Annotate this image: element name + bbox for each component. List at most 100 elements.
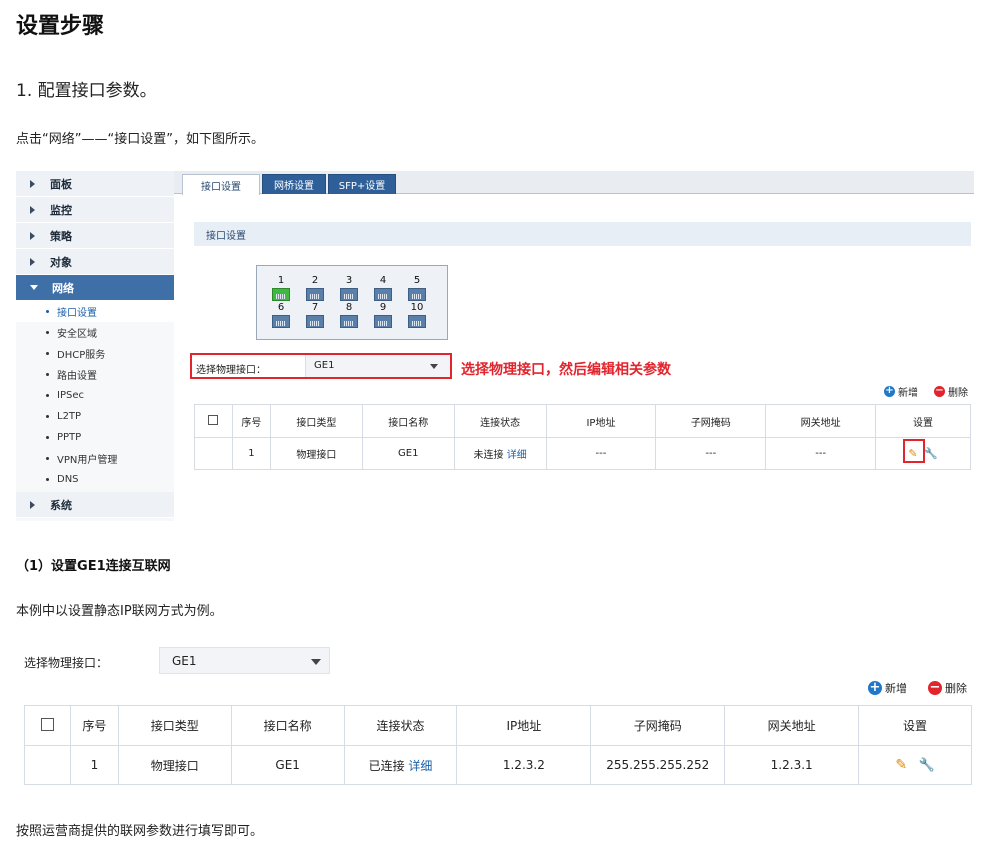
cell-type: 物理接口 xyxy=(117,745,232,785)
port-10-icon[interactable] xyxy=(408,315,426,328)
select-value: GE1 xyxy=(314,360,335,371)
sidebar-item-network[interactable]: 网络 xyxy=(16,275,174,301)
header-checkbox-cell xyxy=(24,705,71,746)
sidebar-item-label: 监控 xyxy=(50,203,72,217)
table-header-row: 序号 接口类型 接口名称 连接状态 IP地址 子网掩码 网关地址 设置 xyxy=(24,705,972,746)
sidebar-sub-label: DHCP服务 xyxy=(57,350,106,361)
plus-icon: + xyxy=(868,680,882,695)
instruction-text: 点击“网络”——“接口设置”，如下图所示。 xyxy=(16,132,264,147)
expand-icon xyxy=(30,231,35,240)
bullet-icon xyxy=(46,373,49,376)
section-title: 接口设置 xyxy=(194,222,971,246)
bullet-icon xyxy=(46,352,49,355)
sidebar-sub-ipsec[interactable]: IPSec xyxy=(16,385,174,406)
wrench-icon[interactable]: 🔧 xyxy=(919,758,935,773)
cell-name: GE1 xyxy=(230,745,345,785)
delete-button[interactable]: − 删除 xyxy=(928,680,967,696)
column-header: 设置 xyxy=(875,404,971,438)
main-content: 接口设置 网桥设置 SFP+设置 接口设置 1 2 3 4 5 6 7 8 9 … xyxy=(174,171,974,521)
add-button[interactable]: + 新增 xyxy=(884,384,918,399)
port-label: 8 xyxy=(345,302,353,313)
footer-text: 按照运营商提供的联网参数进行填写即可。 xyxy=(16,824,264,839)
port-1-icon[interactable] xyxy=(272,288,290,301)
cell-index: 1 xyxy=(69,745,119,785)
sidebar-sub-l2tp[interactable]: L2TP xyxy=(16,406,174,427)
expand-icon xyxy=(30,205,35,214)
port-label: 4 xyxy=(379,275,387,286)
sidebar-item-panel[interactable]: 面板 xyxy=(16,171,174,197)
port-label: 7 xyxy=(311,302,319,313)
tab-bar: 接口设置 网桥设置 SFP+设置 xyxy=(174,171,974,195)
sidebar-sub-pptp[interactable]: PPTP xyxy=(16,427,174,448)
cell-ip: 1.2.3.2 xyxy=(456,745,592,785)
delete-button[interactable]: − 删除 xyxy=(934,384,968,399)
page-heading: 设置步骤 xyxy=(16,14,105,39)
bullet-icon xyxy=(46,331,49,334)
cell-settings: ✎ 🔧 xyxy=(858,745,972,785)
header-checkbox-cell xyxy=(194,404,233,438)
cell-type: 物理接口 xyxy=(269,437,363,470)
sidebar-item-monitor[interactable]: 监控 xyxy=(16,197,174,223)
screenshot-interface-settings: 面板 监控 策略 对象 网络 接口设置 安全区域 DHCP服务 路由设置 IPS… xyxy=(16,171,974,521)
column-header: 设置 xyxy=(858,705,972,746)
add-button[interactable]: + 新增 xyxy=(868,680,907,696)
port-8-icon[interactable] xyxy=(340,315,358,328)
port-3-icon[interactable] xyxy=(340,288,358,301)
port-7-icon[interactable] xyxy=(306,315,324,328)
sidebar-item-label: 网络 xyxy=(52,281,74,295)
sidebar-sub-label: PPTP xyxy=(57,432,82,443)
port-6-icon[interactable] xyxy=(272,315,290,328)
edit-icon[interactable]: ✎ xyxy=(895,757,907,773)
port-label: 2 xyxy=(311,275,319,286)
port-4-icon[interactable] xyxy=(374,288,392,301)
table-row: 1 物理接口 GE1 未连接 详细 --- --- --- ✎ 🔧 xyxy=(194,437,971,470)
plus-icon: + xyxy=(884,385,895,397)
port-2-icon[interactable] xyxy=(306,288,324,301)
select-all-checkbox[interactable] xyxy=(208,414,219,425)
annotation-text: 选择物理接口，然后编辑相关参数 xyxy=(461,362,671,378)
tab-bridge-settings[interactable]: 网桥设置 xyxy=(262,174,326,194)
port-label: 5 xyxy=(413,275,421,286)
physical-interface-select[interactable]: GE1 xyxy=(305,355,450,377)
bullet-icon xyxy=(46,478,49,481)
column-header: 序号 xyxy=(231,404,271,438)
select-value: GE1 xyxy=(172,654,197,668)
cell-status: 未连接 详细 xyxy=(453,437,547,470)
port-label: 6 xyxy=(277,302,285,313)
tab-sfp-settings[interactable]: SFP+设置 xyxy=(328,174,396,194)
sidebar-sub-vpn-user[interactable]: VPN用户管理 xyxy=(16,448,174,469)
wrench-icon[interactable]: 🔧 xyxy=(924,447,938,460)
port-label: 3 xyxy=(345,275,353,286)
sidebar-sub-dhcp[interactable]: DHCP服务 xyxy=(16,343,174,364)
sidebar-sub-route[interactable]: 路由设置 xyxy=(16,364,174,385)
select-all-checkbox[interactable] xyxy=(40,717,54,731)
step-title: 1. 配置接口参数。 xyxy=(16,81,157,101)
sidebar-sub-zone[interactable]: 安全区域 xyxy=(16,322,174,343)
port-label: 1 xyxy=(277,275,285,286)
sidebar-item-object[interactable]: 对象 xyxy=(16,249,174,275)
port-label: 9 xyxy=(379,302,387,313)
bullet-icon xyxy=(46,394,49,397)
example-text: 本例中以设置静态IP联网方式为例。 xyxy=(16,604,223,619)
column-header: IP地址 xyxy=(456,705,592,746)
sidebar-item-label: 策略 xyxy=(50,229,72,243)
port-5-icon[interactable] xyxy=(408,288,426,301)
sidebar-item-system[interactable]: 系统 xyxy=(16,492,174,518)
chevron-down-icon xyxy=(430,364,438,369)
column-header: 接口类型 xyxy=(269,404,363,438)
minus-icon: − xyxy=(934,385,945,397)
port-9-icon[interactable] xyxy=(374,315,392,328)
sidebar-sub-dns[interactable]: DNS xyxy=(16,469,174,490)
sidebar-sub-label: VPN用户管理 xyxy=(57,455,118,466)
tab-interface-settings[interactable]: 接口设置 xyxy=(182,174,260,195)
column-header: IP地址 xyxy=(545,404,657,438)
sidebar-sub-interface[interactable]: 接口设置 xyxy=(16,301,174,322)
expand-icon xyxy=(30,179,35,188)
column-header: 网关地址 xyxy=(724,705,860,746)
sidebar-sub-label: DNS xyxy=(57,474,79,485)
detail-link[interactable]: 详细 xyxy=(507,450,527,461)
sidebar-item-policy[interactable]: 策略 xyxy=(16,223,174,249)
physical-interface-select[interactable]: GE1 xyxy=(159,647,330,674)
detail-link[interactable]: 详细 xyxy=(408,759,432,773)
column-header: 连接状态 xyxy=(343,705,458,746)
